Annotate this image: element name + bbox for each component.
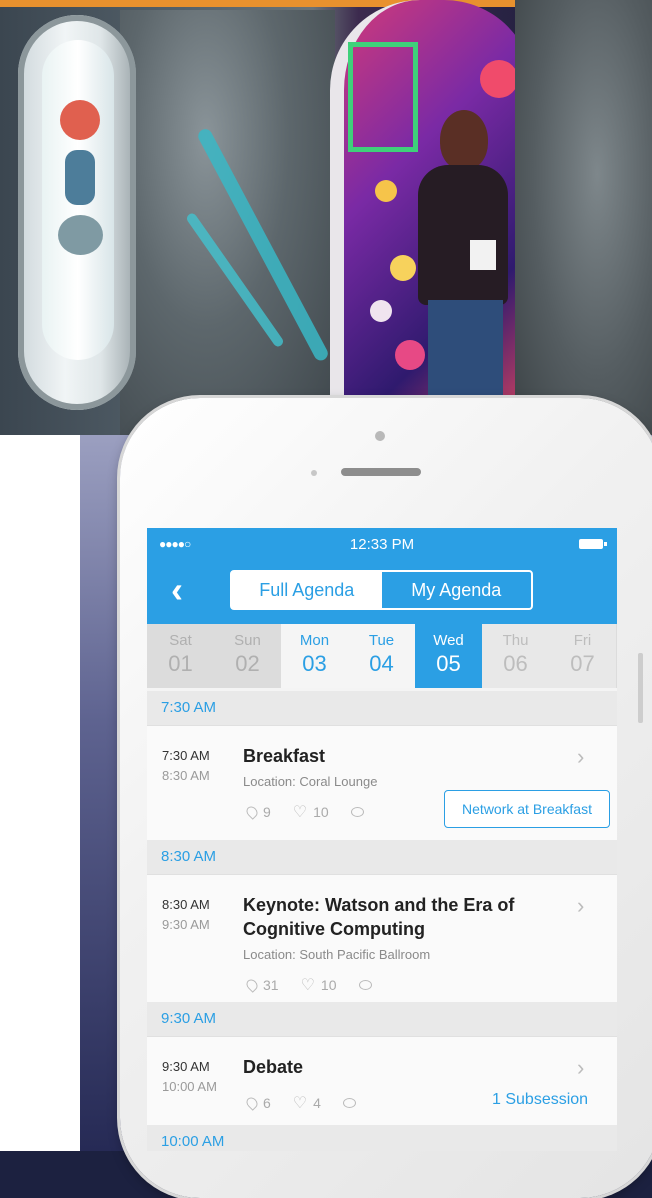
heart-icon[interactable]: ♡ — [293, 802, 307, 822]
time-section-header: 8:30 AM — [147, 840, 617, 874]
heart-icon[interactable]: ♡ — [293, 1093, 307, 1113]
session-start-time: 9:30 AM — [162, 1059, 210, 1074]
agenda-segmented-control: Full Agenda My Agenda — [230, 570, 533, 610]
day-name: Tue — [368, 632, 395, 649]
proximity-sensor — [311, 470, 317, 476]
rock-wall-right — [515, 0, 652, 435]
tube-figure — [65, 150, 95, 205]
neon-green-frame — [348, 42, 418, 152]
decor-dot — [480, 60, 518, 98]
person-body — [418, 165, 508, 305]
day-name: Sun — [234, 632, 261, 649]
day-fri[interactable]: Fri 07 — [549, 624, 616, 688]
pin-count: 31 — [263, 977, 279, 993]
status-bar: ●●●●○ 12:33 PM — [147, 528, 617, 560]
decor-dot — [375, 180, 397, 202]
tab-my-agenda[interactable]: My Agenda — [382, 572, 532, 608]
comment-icon[interactable] — [342, 1098, 356, 1108]
map-pin-icon — [244, 1095, 260, 1111]
map-pin-icon — [244, 977, 260, 993]
comment-icon[interactable] — [350, 807, 364, 817]
session-title: Breakfast — [243, 746, 326, 766]
day-selector: Sat 01 Sun 02 Mon 03 Tue 04 Wed 05 Thu 0… — [147, 624, 617, 688]
subsession-link[interactable]: 1 Subsession — [492, 1091, 588, 1109]
tube-figure — [58, 215, 103, 255]
comment-icon[interactable] — [358, 980, 372, 990]
day-sat[interactable]: Sat 01 — [147, 624, 214, 688]
day-wed[interactable]: Wed 05 — [415, 624, 482, 688]
pin-count: 6 — [263, 1095, 271, 1111]
session-debate[interactable]: 9:30 AM 10:00 AM Debate › 6 ♡ 4 1 Subses… — [147, 1036, 617, 1132]
chevron-left-icon[interactable]: ‹ — [171, 568, 183, 612]
visitor-person — [410, 110, 515, 435]
day-name: Sat — [169, 632, 192, 649]
battery-icon — [579, 539, 607, 549]
session-stats: 9 ♡ 10 — [244, 802, 370, 822]
session-keynote[interactable]: 8:30 AM 9:30 AM Keynote: Watson and the … — [147, 874, 617, 1003]
session-end-time: 10:00 AM — [162, 1079, 217, 1094]
time-section-header: 10:00 AM — [147, 1125, 617, 1151]
day-thu[interactable]: Thu 06 — [482, 624, 549, 688]
front-camera — [375, 431, 385, 441]
time-section-header: 9:30 AM — [147, 1002, 617, 1036]
day-number: 05 — [436, 651, 461, 676]
session-location: Location: South Pacific Ballroom — [243, 947, 431, 962]
earpiece-speaker — [341, 468, 421, 476]
phone-screen: ●●●●○ 12:33 PM ‹ Full Agenda My Agenda S… — [147, 528, 617, 1151]
chevron-right-icon: › — [577, 1055, 585, 1080]
session-title: Debate — [243, 1057, 304, 1077]
day-number: 03 — [302, 651, 327, 676]
session-breakfast[interactable]: 7:30 AM 8:30 AM Breakfast Location: Cora… — [147, 725, 617, 840]
session-end-time: 9:30 AM — [162, 917, 210, 932]
session-stats: 6 ♡ 4 — [244, 1093, 362, 1113]
day-number: 07 — [570, 651, 595, 676]
like-count: 10 — [320, 977, 337, 993]
nav-bar: ‹ Full Agenda My Agenda — [147, 560, 617, 624]
session-start-time: 7:30 AM — [162, 748, 210, 763]
side-button — [638, 653, 643, 723]
day-number: 02 — [235, 651, 260, 676]
network-at-breakfast-button[interactable]: Network at Breakfast — [444, 790, 610, 828]
day-mon[interactable]: Mon 03 — [281, 624, 348, 688]
session-title: Keynote: Watson and the Era of Cognitive… — [243, 895, 515, 939]
chevron-right-icon: › — [577, 744, 585, 769]
day-name: Thu — [502, 632, 529, 649]
person-head — [440, 110, 488, 170]
day-name: Mon — [299, 632, 330, 649]
day-number: 04 — [369, 651, 394, 676]
like-count: 10 — [313, 804, 329, 820]
pin-count: 9 — [263, 804, 271, 820]
session-location: Location: Coral Lounge — [243, 774, 378, 789]
session-end-time: 8:30 AM — [162, 768, 210, 783]
rock-wall-left — [120, 10, 335, 435]
decor-dot — [370, 300, 392, 322]
tab-full-agenda[interactable]: Full Agenda — [232, 572, 382, 608]
hero-photo — [0, 0, 652, 435]
tube-figure — [60, 100, 100, 140]
chevron-right-icon: › — [577, 893, 585, 918]
day-number: 06 — [503, 651, 528, 676]
day-tue[interactable]: Tue 04 — [348, 624, 415, 688]
map-pin-icon — [244, 804, 260, 820]
day-name: Fri — [573, 632, 592, 649]
session-start-time: 8:30 AM — [162, 897, 210, 912]
like-count: 4 — [313, 1095, 321, 1111]
heart-icon[interactable]: ♡ — [301, 975, 315, 995]
name-badge — [470, 240, 496, 270]
day-number: 01 — [168, 651, 193, 676]
day-sun[interactable]: Sun 02 — [214, 624, 281, 688]
session-stats: 31 ♡ 10 — [244, 975, 378, 995]
status-time: 12:33 PM — [349, 536, 415, 553]
time-section-header: 7:30 AM — [147, 691, 617, 725]
day-name: Wed — [433, 632, 464, 649]
